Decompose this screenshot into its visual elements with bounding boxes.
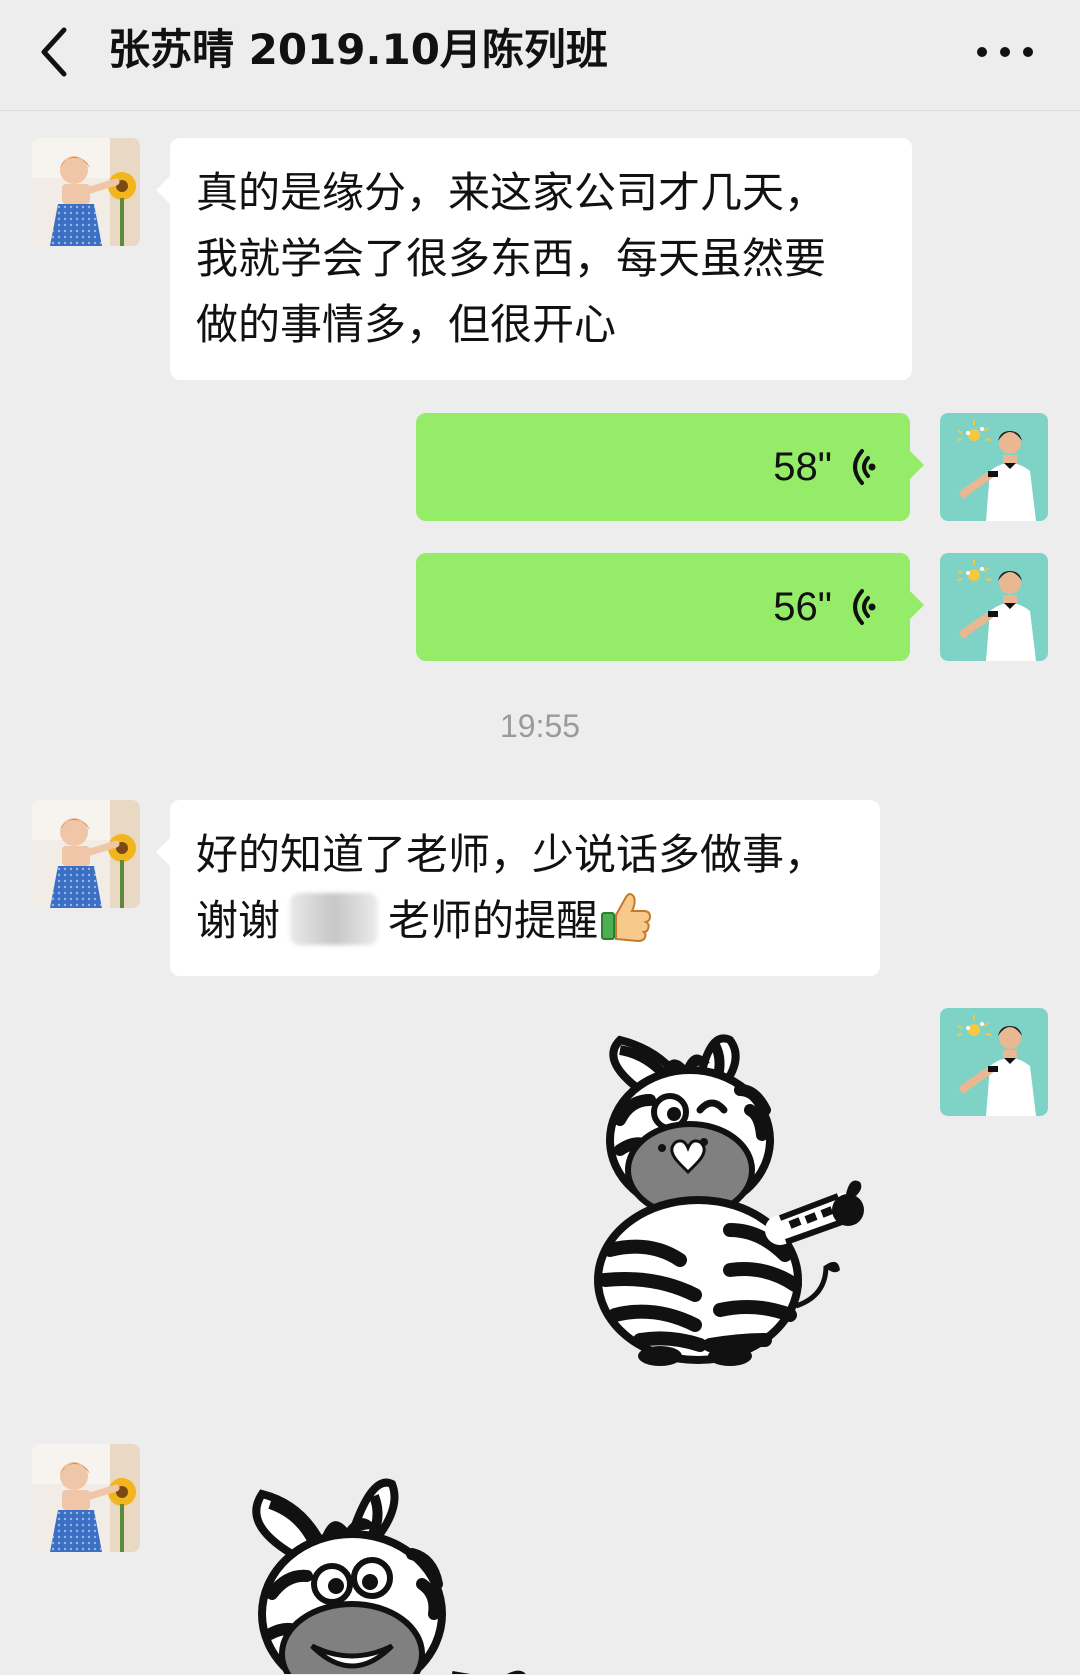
message-text: 谢谢 xyxy=(196,896,281,945)
more-dots-icon xyxy=(977,47,1033,57)
girl-avatar-icon xyxy=(32,138,140,246)
thumbs-up-icon xyxy=(601,893,652,943)
voice-wave-icon xyxy=(853,449,876,485)
contact-avatar[interactable] xyxy=(32,138,140,246)
blurred-name xyxy=(290,893,379,945)
message-timestamp: 19:55 xyxy=(499,708,581,744)
message-line-2: 谢谢 老师的提醒 xyxy=(196,888,854,954)
back-button[interactable] xyxy=(28,22,88,82)
voice-duration: 56" xyxy=(773,585,832,629)
chat-title: 张苏晴 2019.10月陈列班 xyxy=(108,25,608,74)
voice-wave-icon xyxy=(853,589,876,625)
voice-message-bubble[interactable]: 56" xyxy=(416,553,924,661)
zebra-laughing-sticker[interactable] xyxy=(222,1474,542,1674)
man-avatar-icon xyxy=(940,553,1048,661)
message-line: 我就学会了很多东西，每天虽然要 xyxy=(196,234,827,283)
message-line: 真的是缘分，来这家公司才几天， xyxy=(196,168,827,217)
zebra-sticker-icon xyxy=(580,1030,880,1370)
my-avatar[interactable] xyxy=(940,1008,1048,1116)
chevron-left-icon xyxy=(41,27,67,77)
voice-message-bubble[interactable]: 58" xyxy=(416,413,924,521)
chat-header: 张苏晴 2019.10月陈列班 xyxy=(0,0,1080,111)
man-avatar-icon xyxy=(940,1008,1048,1116)
message-text: 老师的提醒 xyxy=(388,896,599,945)
girl-avatar-icon xyxy=(32,1444,140,1552)
voice-duration: 58" xyxy=(773,445,832,489)
contact-avatar[interactable] xyxy=(32,800,140,908)
zebra-sticker-icon xyxy=(222,1474,542,1674)
girl-avatar-icon xyxy=(32,800,140,908)
contact-avatar[interactable] xyxy=(32,1444,140,1552)
more-button[interactable] xyxy=(970,22,1040,82)
message-bubble[interactable]: 好的知道了老师，少说话多做事， 谢谢 老师的提醒 xyxy=(156,800,880,976)
message-bubble[interactable]: 真的是缘分，来这家公司才几天， 我就学会了很多东西，每天虽然要 做的事情多，但很… xyxy=(156,138,912,380)
my-avatar[interactable] xyxy=(940,413,1048,521)
message-line: 好的知道了老师，少说话多做事， xyxy=(196,830,827,879)
man-avatar-icon xyxy=(940,413,1048,521)
zebra-thumbs-up-sticker[interactable] xyxy=(580,1030,880,1370)
message-line: 做的事情多，但很开心 xyxy=(196,300,617,349)
my-avatar[interactable] xyxy=(940,553,1048,661)
